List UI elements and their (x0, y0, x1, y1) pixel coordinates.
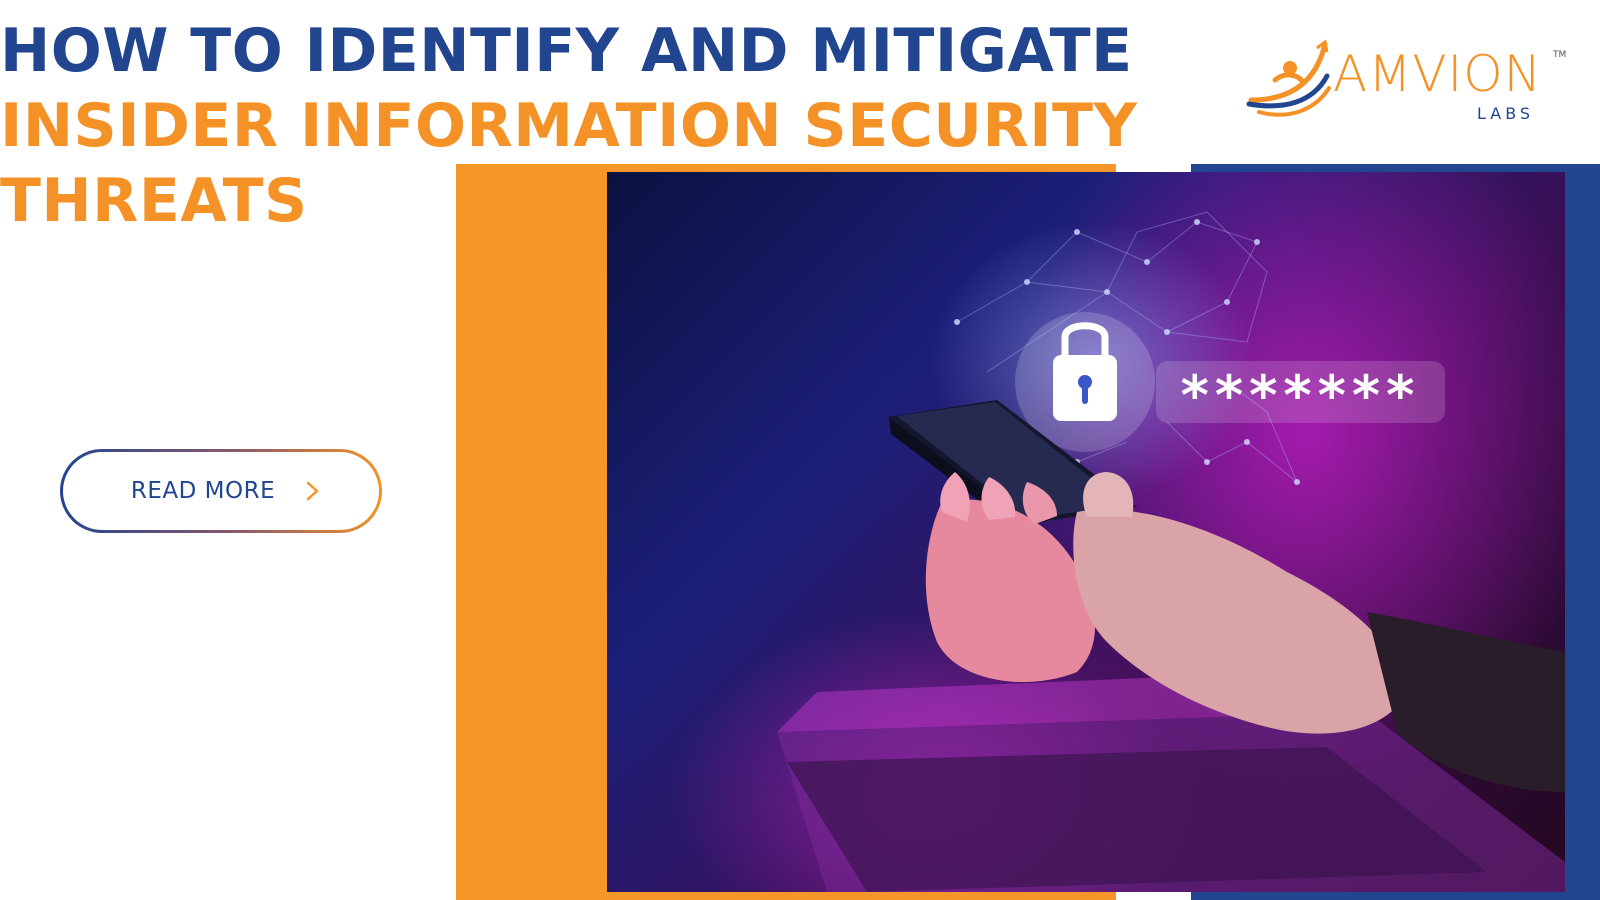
logo-subtitle: LABS (1477, 104, 1535, 123)
swoosh-person-icon (1246, 39, 1331, 117)
amvion-labs-logo: AMVION TM LABS (1245, 38, 1575, 128)
headline-line-1: HOW TO IDENTIFY AND MITIGATE (0, 16, 1133, 86)
headline-line-2: INSIDER INFORMATION SECURITY (0, 91, 1138, 161)
masked-password-field: ******* (1156, 361, 1445, 427)
read-more-button-inner[interactable]: READ MORE (63, 452, 379, 530)
read-more-button[interactable]: READ MORE (60, 449, 382, 533)
chevron-right-icon (306, 481, 319, 501)
logo-trademark: TM (1553, 50, 1567, 60)
hero-photo: ******* (607, 172, 1565, 892)
logo-name: AMVION (1333, 45, 1543, 103)
photo-illustration (777, 211, 1565, 892)
read-more-label: READ MORE (130, 478, 276, 504)
